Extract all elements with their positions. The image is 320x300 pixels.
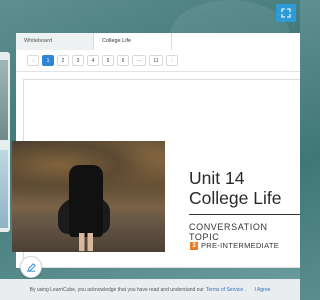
cookie-period: . bbox=[245, 286, 247, 293]
slide-unit-title: Unit 14 bbox=[189, 168, 245, 188]
prev-page-button[interactable]: ‹ bbox=[27, 55, 39, 66]
level-indicator: 3 PRE-INTERMEDIATE bbox=[190, 241, 279, 250]
terms-of-service-link[interactable]: Terms of Service bbox=[206, 287, 243, 293]
page-button[interactable]: 11 bbox=[149, 55, 163, 66]
slide-pager: ‹ 1 2 3 4 5 6 ··· 11 › bbox=[16, 50, 300, 72]
pencil-icon bbox=[26, 262, 36, 272]
photo-legs bbox=[79, 233, 93, 251]
page-button[interactable]: 4 bbox=[87, 55, 99, 66]
fullscreen-button[interactable] bbox=[276, 4, 296, 22]
tab-bar: Whiteboard College Life bbox=[16, 33, 300, 50]
side-thumbnail[interactable] bbox=[0, 60, 8, 140]
page-button[interactable]: 3 bbox=[72, 55, 84, 66]
page-button[interactable]: 2 bbox=[57, 55, 69, 66]
slide-title: College Life bbox=[189, 188, 282, 208]
tab-college-life[interactable]: College Life bbox=[94, 33, 172, 50]
photo-graduate bbox=[69, 165, 103, 237]
side-thumbnail[interactable] bbox=[0, 150, 8, 228]
tab-bar-fill bbox=[172, 33, 300, 50]
page-button[interactable]: 1 bbox=[42, 55, 54, 66]
cookie-consent-bar: By using LearnCube, you acknowledge that… bbox=[0, 279, 300, 300]
cookie-text: By using LearnCube, you acknowledge that… bbox=[29, 286, 204, 293]
slide-photo bbox=[12, 141, 165, 252]
slide-topic: CONVERSATION TOPIC bbox=[189, 222, 268, 242]
side-thumbnail-panel[interactable] bbox=[0, 52, 10, 232]
edit-button[interactable] bbox=[20, 256, 42, 278]
title-divider bbox=[189, 214, 300, 215]
tab-whiteboard[interactable]: Whiteboard bbox=[16, 33, 94, 50]
page-button[interactable]: 6 bbox=[117, 55, 129, 66]
level-label: PRE-INTERMEDIATE bbox=[201, 241, 279, 250]
next-page-button[interactable]: › bbox=[166, 55, 178, 66]
page-button[interactable]: 5 bbox=[102, 55, 114, 66]
level-number-badge: 3 bbox=[190, 241, 198, 250]
agree-button[interactable]: I Agree bbox=[255, 287, 271, 293]
fullscreen-icon bbox=[281, 8, 291, 18]
page-ellipsis-button[interactable]: ··· bbox=[132, 55, 146, 66]
